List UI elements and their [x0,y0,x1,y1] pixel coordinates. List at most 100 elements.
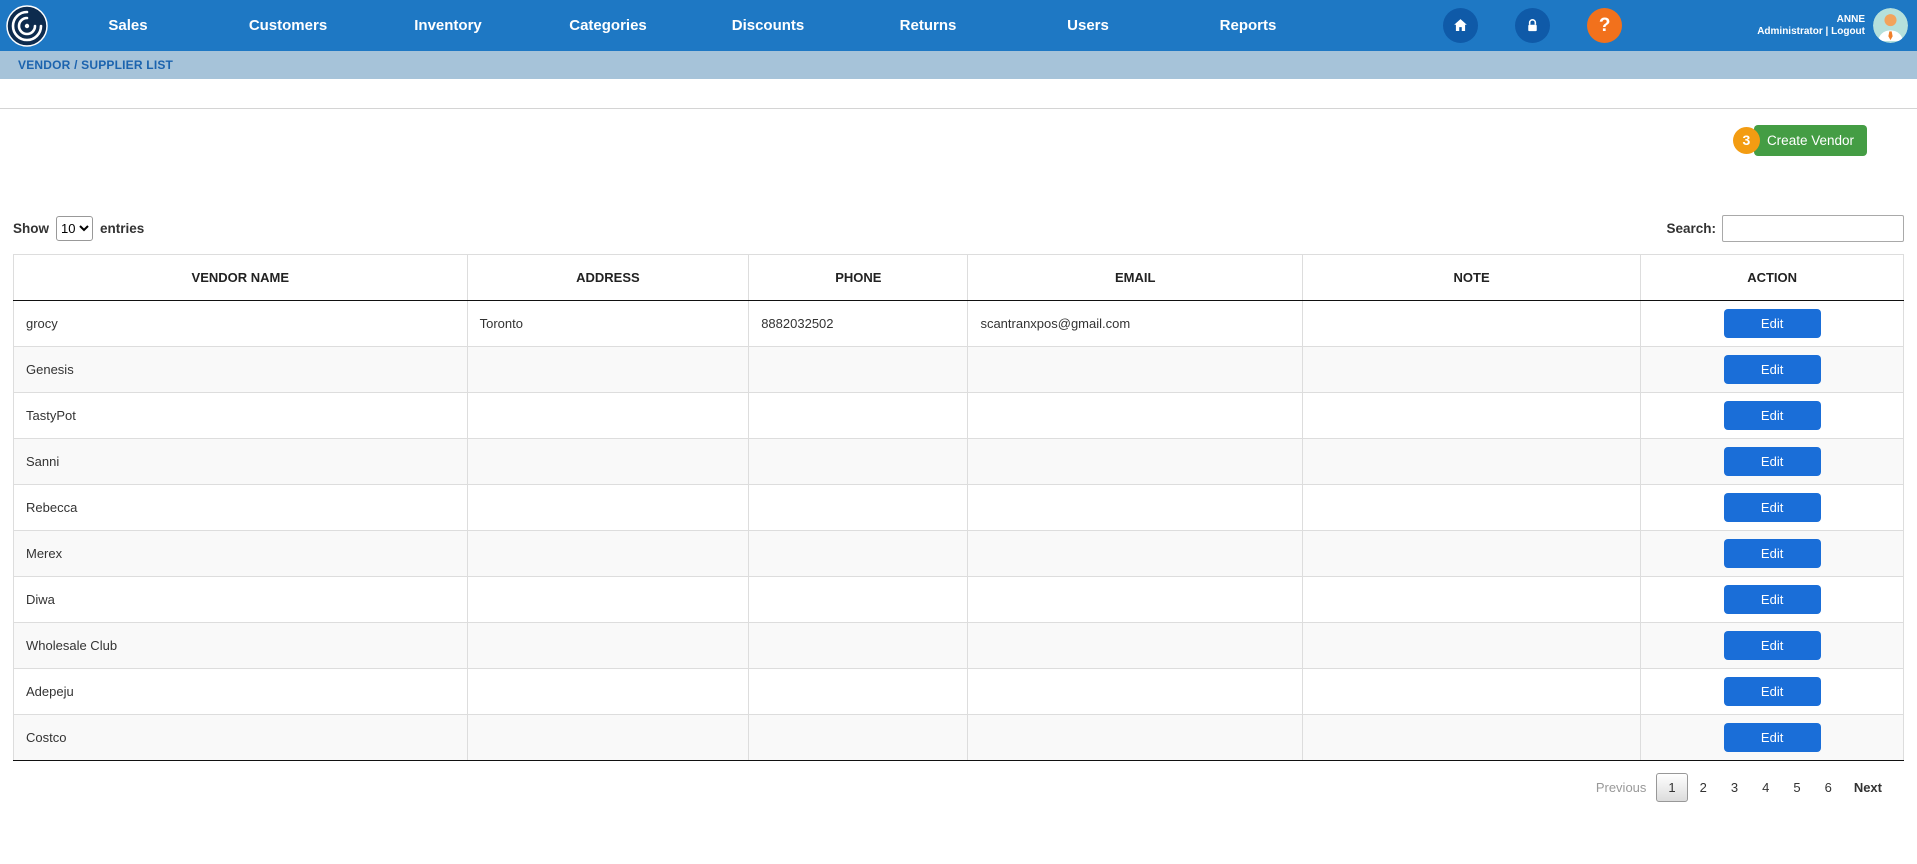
cell-phone [749,347,968,393]
table-header-row: VENDOR NAMEADDRESSPHONEEMAILNOTEACTION [14,255,1904,301]
cell-email: scantranxpos@gmail.com [968,301,1303,347]
cell-phone [749,715,968,761]
pagination-next[interactable]: Next [1844,773,1892,802]
nav-item-discounts[interactable]: Discounts [688,17,848,34]
cell-address [467,347,749,393]
nav-item-returns[interactable]: Returns [848,17,1008,34]
breadcrumb: VENDOR / SUPPLIER LIST [0,51,1917,79]
edit-button[interactable]: Edit [1724,585,1821,614]
pagination: Previous 123456 Next [0,773,1892,802]
vendor-table-body: grocyToronto8882032502scantranxpos@gmail… [14,301,1904,761]
edit-button[interactable]: Edit [1724,493,1821,522]
cell-vendor: Adepeju [14,669,468,715]
column-header-action[interactable]: ACTION [1641,255,1904,301]
pagination-pages: 123456 [1656,773,1843,802]
toolbar: 3 Create Vendor [0,109,1917,171]
cell-vendor: Genesis [14,347,468,393]
cell-vendor: Merex [14,531,468,577]
cell-note [1302,715,1640,761]
pagination-page-3[interactable]: 3 [1719,773,1750,802]
cell-phone [749,623,968,669]
column-header-address[interactable]: ADDRESS [467,255,749,301]
cell-address [467,439,749,485]
cell-note [1302,301,1640,347]
cell-email [968,347,1303,393]
navbar-right: ? ANNE Administrator | Logout [1406,8,1917,43]
table-row: TastyPot Edit [14,393,1904,439]
edit-button[interactable]: Edit [1724,401,1821,430]
cell-phone [749,669,968,715]
edit-button[interactable]: Edit [1724,723,1821,752]
cell-vendor: Sanni [14,439,468,485]
cell-note [1302,393,1640,439]
table-row: CostcoEdit [14,715,1904,761]
edit-button[interactable]: Edit [1724,677,1821,706]
edit-button[interactable]: Edit [1724,309,1821,338]
table-row: Genesis Edit [14,347,1904,393]
avatar[interactable] [1873,8,1908,43]
nav-item-inventory[interactable]: Inventory [368,17,528,34]
cell-address [467,485,749,531]
cell-phone [749,485,968,531]
pagination-page-2[interactable]: 2 [1688,773,1719,802]
column-header-email[interactable]: EMAIL [968,255,1303,301]
home-icon[interactable] [1443,8,1478,43]
cell-email [968,485,1303,531]
column-header-phone[interactable]: PHONE [749,255,968,301]
show-label: Show [13,221,49,236]
column-header-note[interactable]: NOTE [1302,255,1640,301]
cell-address [467,669,749,715]
create-vendor-button[interactable]: Create Vendor [1754,125,1867,156]
main-menu: SalesCustomersInventoryCategoriesDiscoun… [48,17,1328,34]
step-badge: 3 [1733,127,1760,154]
cell-vendor: grocy [14,301,468,347]
cell-address [467,577,749,623]
cell-note [1302,347,1640,393]
edit-button[interactable]: Edit [1724,539,1821,568]
edit-button[interactable]: Edit [1724,447,1821,476]
table-row: Merex Edit [14,531,1904,577]
page-size-select[interactable]: 10 [56,216,93,241]
logo-icon [6,5,48,47]
cell-action: Edit [1641,347,1904,393]
pagination-page-1[interactable]: 1 [1656,773,1687,802]
cell-phone: 8882032502 [749,301,968,347]
nav-item-sales[interactable]: Sales [48,17,208,34]
app-logo[interactable] [6,5,48,47]
cell-phone [749,577,968,623]
pagination-page-6[interactable]: 6 [1813,773,1844,802]
nav-item-users[interactable]: Users [1008,17,1168,34]
table-row: Sanni Edit [14,439,1904,485]
edit-button[interactable]: Edit [1724,355,1821,384]
table-row: grocyToronto8882032502scantranxpos@gmail… [14,301,1904,347]
user-role-logout[interactable]: Administrator | Logout [1757,26,1865,38]
cell-vendor: Rebecca [14,485,468,531]
pagination-previous[interactable]: Previous [1586,773,1657,802]
nav-item-customers[interactable]: Customers [208,17,368,34]
cell-phone [749,531,968,577]
entries-label: entries [100,221,144,236]
help-icon[interactable]: ? [1587,8,1622,43]
cell-note [1302,623,1640,669]
cell-note [1302,439,1640,485]
edit-button[interactable]: Edit [1724,631,1821,660]
cell-address [467,715,749,761]
lock-icon[interactable] [1515,8,1550,43]
cell-vendor: TastyPot [14,393,468,439]
cell-vendor: Diwa [14,577,468,623]
user-info[interactable]: ANNE Administrator | Logout [1757,14,1865,38]
cell-vendor: Wholesale Club [14,623,468,669]
cell-action: Edit [1641,485,1904,531]
breadcrumb-label: VENDOR / SUPPLIER LIST [18,58,173,72]
show-entries: Show 10 entries [13,216,144,241]
cell-email [968,531,1303,577]
user-name: ANNE [1757,14,1865,26]
column-header-vendor-name[interactable]: VENDOR NAME [14,255,468,301]
nav-item-reports[interactable]: Reports [1168,17,1328,34]
pagination-page-4[interactable]: 4 [1750,773,1781,802]
cell-email [968,393,1303,439]
cell-note [1302,531,1640,577]
nav-item-categories[interactable]: Categories [528,17,688,34]
pagination-page-5[interactable]: 5 [1781,773,1812,802]
search-input[interactable] [1722,215,1904,242]
